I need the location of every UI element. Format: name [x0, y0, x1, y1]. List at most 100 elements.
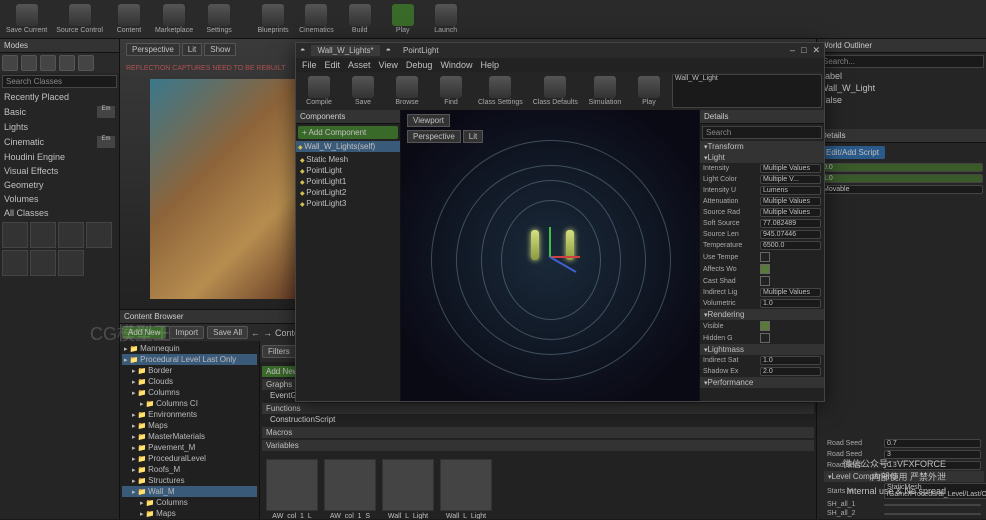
category-basic[interactable]: BasicEm — [0, 104, 119, 120]
intensity-units-dropdown[interactable]: Lumens — [760, 186, 821, 195]
content-button[interactable]: Content — [108, 2, 150, 36]
construction-script-item[interactable]: ConstructionScript — [262, 414, 814, 425]
perspective-dropdown[interactable]: Perspective — [126, 43, 180, 56]
blueprint-viewport[interactable]: Viewport Perspective Lit — [401, 110, 699, 401]
sources-tree[interactable]: MannequinProcedural Level Last OnlyBorde… — [120, 341, 260, 519]
menu-debug[interactable]: Debug — [406, 60, 433, 70]
menu-file[interactable]: File — [302, 60, 317, 70]
category-lights[interactable]: Lights — [0, 120, 119, 134]
landscape-mode-button[interactable] — [40, 55, 56, 71]
y-field[interactable]: 1.0 — [820, 174, 983, 183]
bp-save-button[interactable]: Save — [342, 74, 384, 108]
build-button[interactable]: Build — [339, 2, 381, 36]
bp-details-search[interactable]: Search — [702, 126, 822, 139]
category-visual-effects[interactable]: Visual Effects — [0, 164, 119, 178]
performance-group[interactable]: Performance — [700, 377, 824, 388]
component-point-light[interactable]: PointLight2 — [298, 187, 398, 198]
variables-section[interactable]: Variables — [262, 440, 814, 451]
window-min-icon[interactable]: – — [790, 45, 795, 56]
parent-class-field[interactable]: Wall_W_Light — [672, 74, 822, 108]
affects-world-checkbox[interactable] — [760, 264, 770, 274]
category-all-classes[interactable]: All Classes — [0, 206, 119, 220]
sh2-field[interactable] — [884, 513, 981, 515]
bp-sim-button[interactable]: Simulation — [584, 74, 626, 108]
category-volumes[interactable]: Volumes — [0, 192, 119, 206]
window-max-icon[interactable]: □ — [801, 45, 806, 56]
category-geometry[interactable]: Geometry — [0, 178, 119, 192]
folder-item[interactable]: Structures — [122, 475, 257, 486]
outliner-item[interactable]: Wall_W_Light — [820, 83, 875, 93]
component-point-light[interactable]: PointLight — [298, 165, 398, 176]
shadow-exponent-field[interactable]: 2.0 — [760, 367, 821, 376]
component-point-light[interactable]: PointLight1 — [298, 176, 398, 187]
show-dropdown[interactable]: Show — [204, 43, 236, 56]
category-houdini-engine[interactable]: Houdini Engine — [0, 150, 119, 164]
lightmass-group[interactable]: Lightmass — [700, 344, 824, 355]
outliner-search-input[interactable]: Search... — [819, 55, 984, 68]
search-classes-input[interactable]: Search Classes — [2, 75, 117, 88]
add-component-button[interactable]: + Add Component — [298, 126, 398, 139]
bp-compile-button[interactable]: Compile — [298, 74, 340, 108]
add-new-button[interactable]: Add New — [122, 326, 166, 339]
save-button[interactable]: Save Current — [2, 2, 51, 36]
folder-item[interactable]: Mannequin — [122, 343, 257, 354]
source-radius-field[interactable]: Multiple Values — [760, 208, 821, 217]
filters-button[interactable]: Filters — [262, 345, 296, 358]
place-mode-button[interactable] — [2, 55, 18, 71]
menu-window[interactable]: Window — [440, 60, 472, 70]
bp-classdef-button[interactable]: Class Defaults — [529, 74, 582, 108]
source-control-button[interactable]: Source Control — [52, 2, 107, 36]
folder-item[interactable]: Clouds — [122, 376, 257, 387]
bp-tab-secondary[interactable]: PointLight — [397, 45, 445, 56]
indirect-lighting-field[interactable]: Multiple Values — [760, 288, 821, 297]
bp-viewport-tab[interactable]: Viewport — [407, 114, 450, 127]
asset-thumbnail[interactable]: Wall_L_Light — [382, 459, 434, 519]
folder-item[interactable]: Wall_M — [122, 486, 257, 497]
volumetric-field[interactable]: 1.0 — [760, 299, 821, 308]
asset-thumbnail[interactable]: AW_col_1_S — [324, 459, 376, 519]
asset-thumbnail[interactable]: AW_col_1_L — [266, 459, 318, 519]
place-item[interactable] — [2, 222, 28, 248]
folder-item[interactable]: Columns — [122, 387, 257, 398]
component-root[interactable]: Wall_W_Lights(self) — [296, 141, 400, 152]
paint-mode-button[interactable] — [21, 55, 37, 71]
folder-item[interactable]: Columns CI — [122, 398, 257, 409]
lit-dropdown[interactable]: Lit — [182, 43, 202, 56]
bp-browse-button[interactable]: Browse — [386, 74, 428, 108]
folder-item[interactable]: Pavement_M — [122, 442, 257, 453]
menu-help[interactable]: Help — [480, 60, 499, 70]
launch-button[interactable]: Launch — [425, 2, 467, 36]
place-item[interactable] — [58, 222, 84, 248]
movable-toggle[interactable]: Movable — [820, 185, 983, 194]
marketplace-button[interactable]: Marketplace — [151, 2, 197, 36]
add-script-button[interactable]: Edit/Add Script — [820, 146, 885, 159]
menu-asset[interactable]: Asset — [348, 60, 371, 70]
geometry-mode-button[interactable] — [78, 55, 94, 71]
soft-source-field[interactable]: 77.082489 — [760, 219, 821, 228]
place-item[interactable] — [58, 250, 84, 276]
folder-item[interactable]: Columns — [122, 497, 257, 508]
foliage-mode-button[interactable] — [59, 55, 75, 71]
road-seed-field[interactable]: 0.7 — [884, 439, 981, 448]
macros-section[interactable]: Macros — [262, 427, 814, 438]
visible-checkbox[interactable] — [760, 321, 770, 331]
intensity-field[interactable]: Multiple Values — [760, 164, 821, 173]
x-field[interactable]: 0.0 — [820, 163, 983, 172]
play-button[interactable]: Play — [382, 2, 424, 36]
bp-lit-dropdown[interactable]: Lit — [463, 130, 483, 143]
cinematics-button[interactable]: Cinematics — [295, 2, 338, 36]
folder-item[interactable]: Maps — [122, 420, 257, 431]
sh1-field[interactable] — [884, 504, 981, 506]
folder-item[interactable]: Border — [122, 365, 257, 376]
indirect-sat-field[interactable]: 1.0 — [760, 356, 821, 365]
settings-button[interactable]: Settings — [198, 2, 240, 36]
folder-item[interactable]: Environments — [122, 409, 257, 420]
window-close-icon[interactable]: ✕ — [812, 45, 820, 56]
category-recently-placed[interactable]: Recently Placed — [0, 90, 119, 104]
component-static-mesh[interactable]: Static Mesh — [298, 154, 398, 165]
use-temperature-checkbox[interactable] — [760, 252, 770, 262]
bp-titlebar[interactable]: ◓ Wall_W_Lights* ◓ PointLight – □ ✕ — [296, 43, 824, 58]
rendering-group[interactable]: Rendering — [700, 309, 824, 320]
place-item[interactable] — [86, 222, 112, 248]
hidden-in-game-checkbox[interactable] — [760, 333, 770, 343]
